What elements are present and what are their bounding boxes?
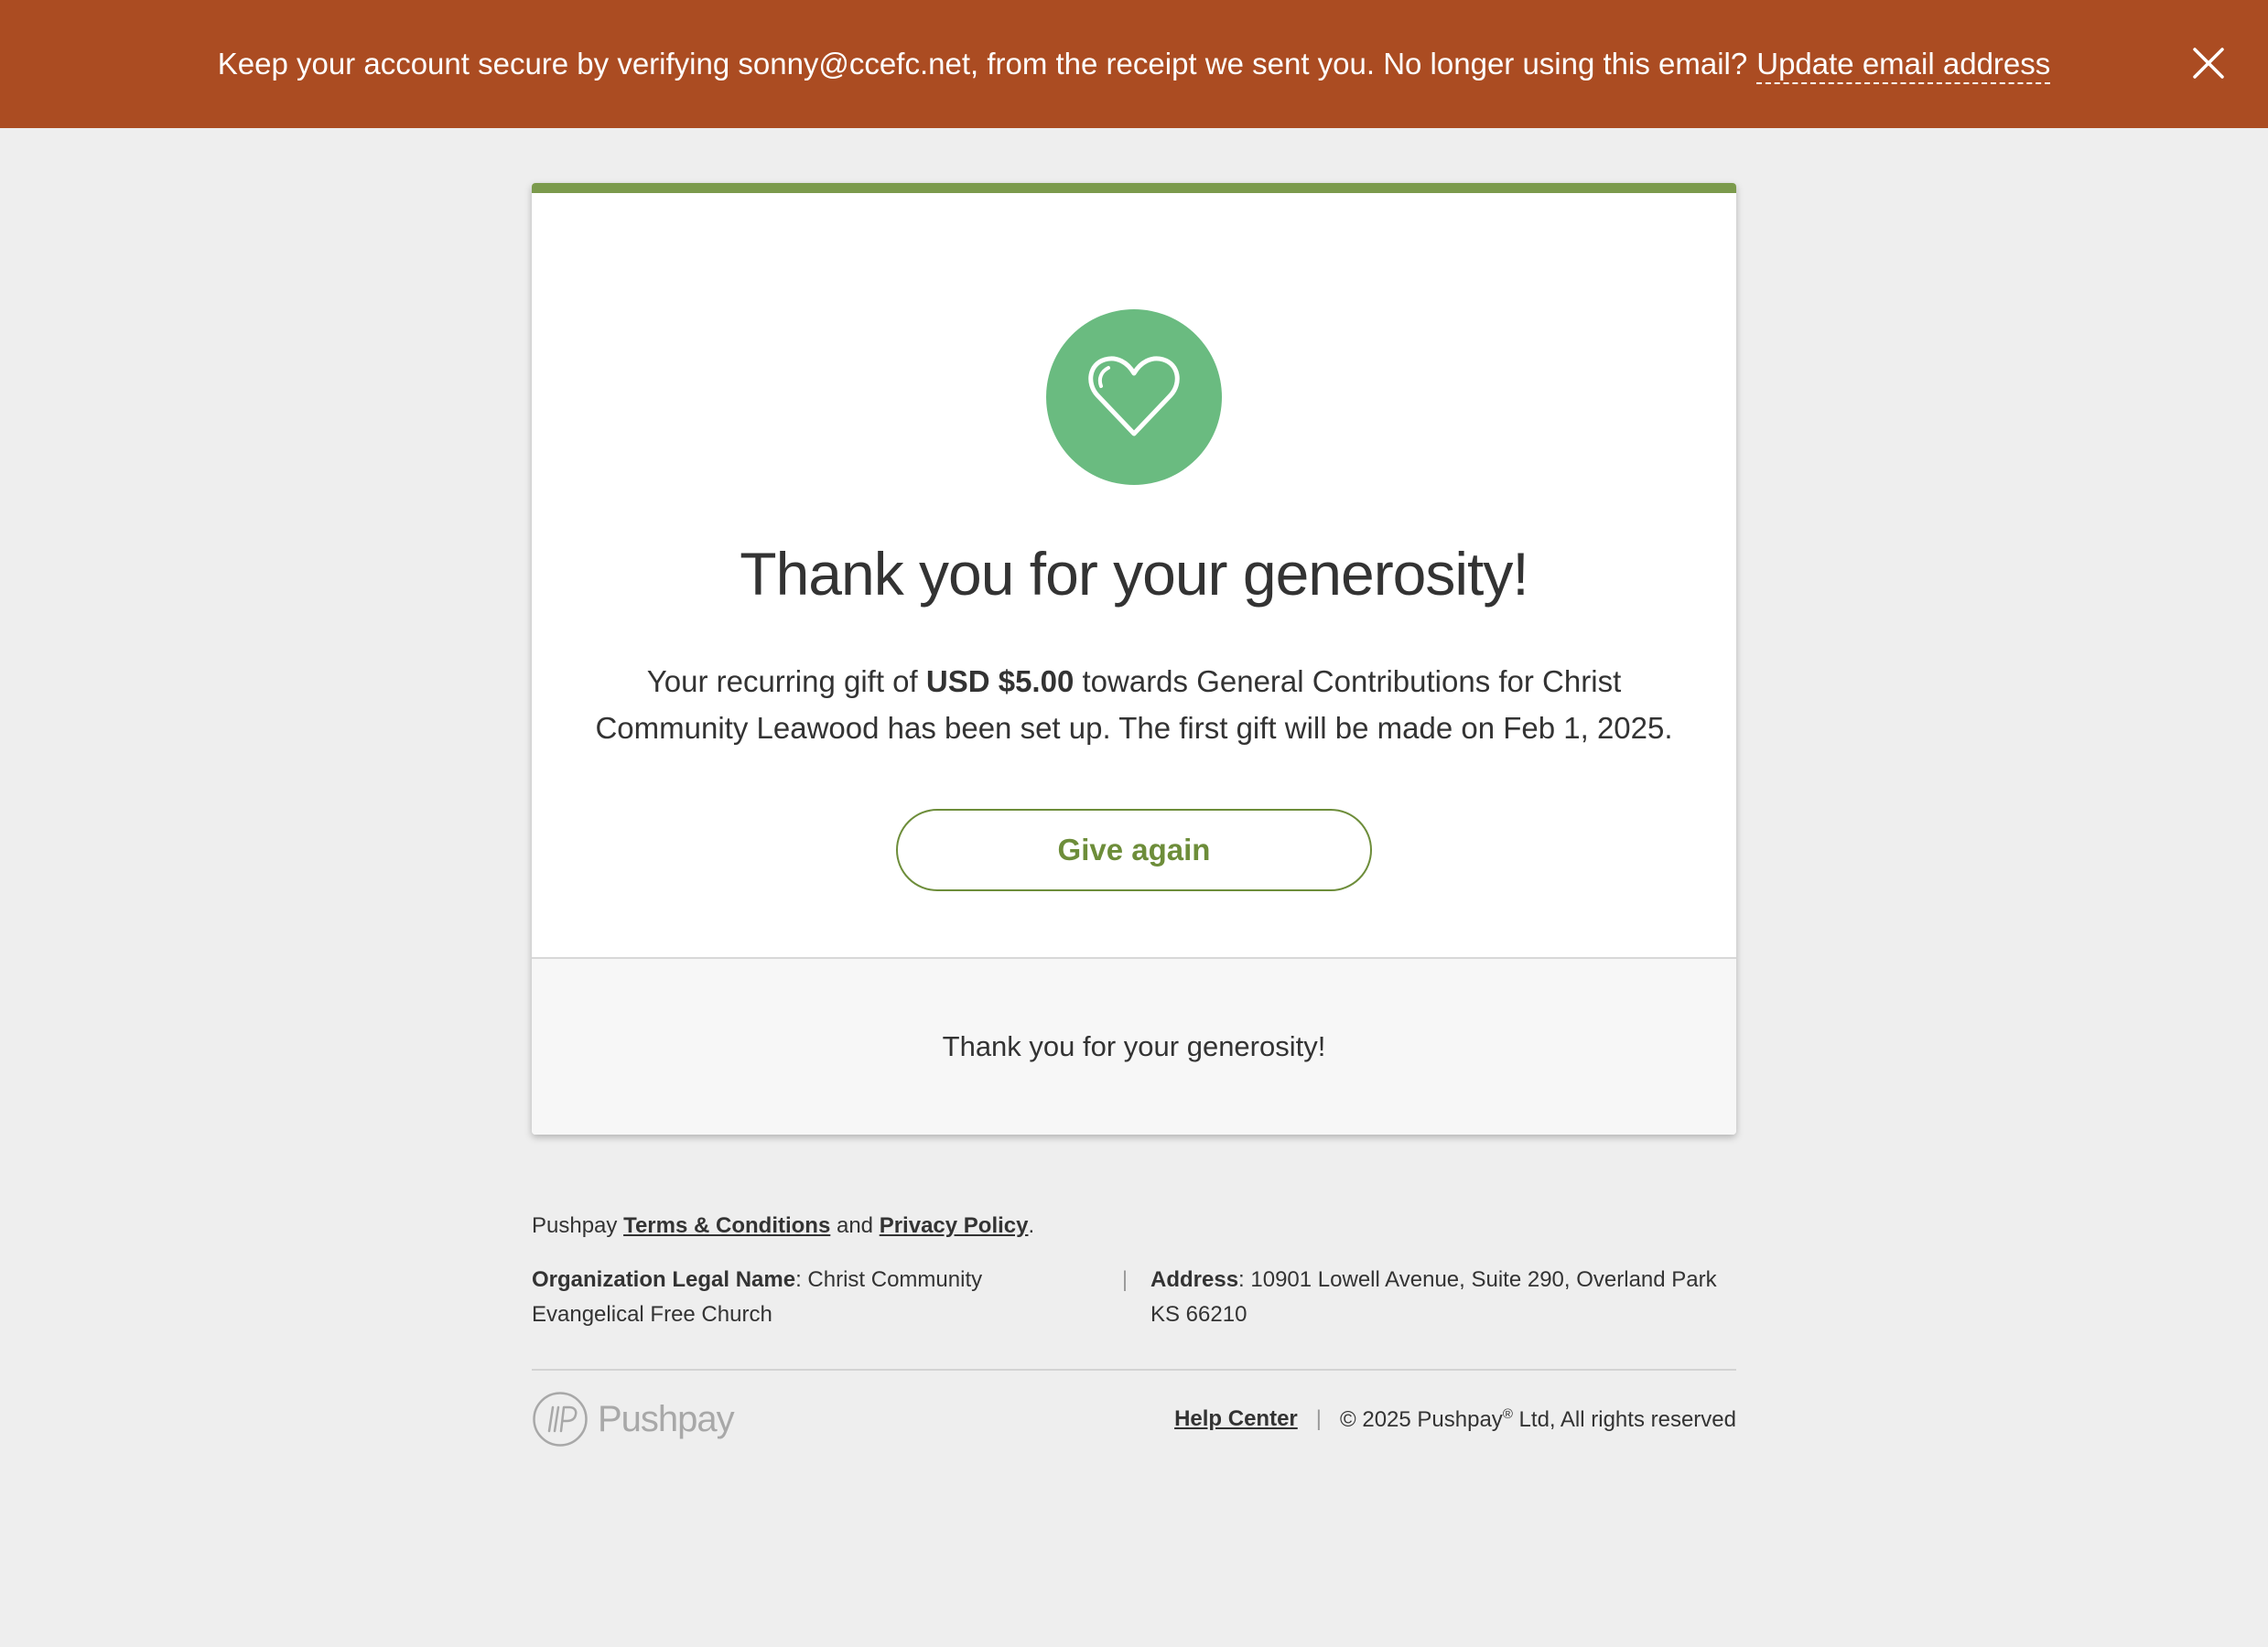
- org-name-label: Organization Legal Name: [532, 1267, 796, 1292]
- footer-divider: [532, 1369, 1736, 1371]
- organization-info: Organization Legal Name: Christ Communit…: [532, 1263, 1736, 1332]
- copyright: © 2025 Pushpay® Ltd, All rights reserved: [1340, 1406, 1736, 1433]
- card-body: Thank you for your generosity! Your recu…: [532, 193, 1736, 957]
- gift-amount: USD $5.00: [925, 664, 1075, 698]
- help-center-link[interactable]: Help Center: [1174, 1406, 1298, 1432]
- footer-separator: |: [1315, 1406, 1322, 1431]
- heart-badge: [1046, 309, 1222, 485]
- verify-email-banner: Keep your account secure by verifying so…: [0, 0, 2268, 128]
- banner-text: Keep your account secure by verifying so…: [217, 46, 2051, 85]
- confirmation-card: Thank you for your generosity! Your recu…: [532, 183, 1736, 1135]
- pushpay-logo-icon: [533, 1392, 588, 1447]
- footer-right: Help Center | © 2025 Pushpay® Ltd, All r…: [1174, 1406, 1736, 1433]
- banner-message: Keep your account secure by verifying so…: [217, 47, 1748, 81]
- heart-icon: [1088, 356, 1180, 436]
- brand-name: Pushpay: [598, 1398, 735, 1439]
- org-address: Address: 10901 Lowell Avenue, Suite 290,…: [1150, 1267, 1717, 1327]
- pushpay-logo: Pushpay: [532, 1391, 735, 1448]
- card-footer-message: Thank you for your generosity!: [942, 1030, 1326, 1062]
- address-label: Address: [1150, 1267, 1239, 1292]
- legal-end: .: [1028, 1213, 1035, 1238]
- legal-and: and: [836, 1213, 874, 1238]
- legal-line: Pushpay Terms & Conditions and Privacy P…: [532, 1208, 1736, 1244]
- org-legal-name: Organization Legal Name: Christ Communit…: [532, 1267, 983, 1327]
- registered-mark: ®: [1502, 1405, 1513, 1422]
- copyright-suffix: Ltd, All rights reserved: [1518, 1406, 1736, 1432]
- legal-prefix: Pushpay: [532, 1213, 618, 1238]
- message-prefix: Your recurring gift of: [646, 664, 918, 698]
- org-separator: |: [1121, 1267, 1129, 1292]
- close-icon: [2193, 48, 2224, 79]
- terms-link[interactable]: Terms & Conditions: [623, 1213, 830, 1238]
- gift-confirmation-message: Your recurring gift of USD $5.00 towards…: [587, 658, 1681, 751]
- page-footer: Pushpay Terms & Conditions and Privacy P…: [532, 1208, 1736, 1448]
- page-title: Thank you for your generosity!: [740, 540, 1528, 608]
- close-banner-button[interactable]: [2186, 40, 2231, 86]
- card-footer: Thank you for your generosity!: [532, 957, 1736, 1135]
- privacy-link[interactable]: Privacy Policy: [880, 1213, 1029, 1238]
- copyright-prefix: © 2025 Pushpay: [1340, 1406, 1503, 1432]
- footer-bottom: Pushpay Help Center | © 2025 Pushpay® Lt…: [532, 1391, 1736, 1448]
- give-again-button[interactable]: Give again: [896, 809, 1372, 891]
- card-accent-bar: [532, 183, 1736, 193]
- update-email-link[interactable]: Update email address: [1756, 47, 2051, 85]
